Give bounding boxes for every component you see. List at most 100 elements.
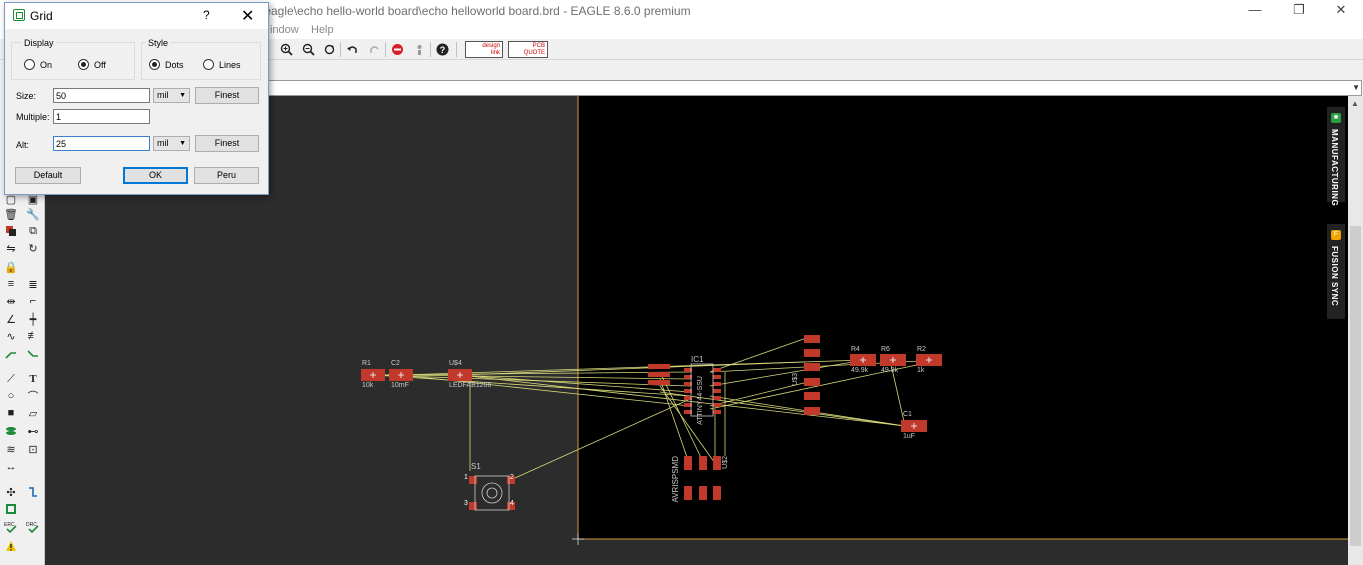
- dialog-title: Grid: [30, 9, 53, 23]
- size-finest-button[interactable]: Finest: [195, 87, 259, 104]
- drc-icon[interactable]: DRC: [25, 520, 41, 534]
- design-link-icon[interactable]: design link: [465, 41, 503, 58]
- alt-label: Alt:: [16, 140, 30, 150]
- autorouter-icon[interactable]: [25, 485, 41, 499]
- alt-finest-button[interactable]: Finest: [195, 135, 259, 152]
- style-group-label: Style: [146, 38, 171, 48]
- pin-4: 4: [510, 500, 514, 507]
- size-unit-select[interactable]: mil ▼: [153, 88, 190, 103]
- fusion-sync-tab[interactable]: F FUSION SYNC: [1327, 224, 1345, 319]
- display-on-radio[interactable]: On: [24, 59, 52, 70]
- menu-window[interactable]: indow: [270, 24, 299, 36]
- delete-icon[interactable]: 🗑: [3, 207, 19, 221]
- layers-icon[interactable]: [3, 424, 19, 438]
- line-icon[interactable]: ⟋: [3, 372, 19, 386]
- lock-icon[interactable]: 🔒: [3, 260, 19, 274]
- manufacturing-label: MANUFACTURING: [1330, 129, 1339, 207]
- name-icon[interactable]: ≣: [25, 277, 41, 291]
- ratsnest-icon[interactable]: ✣: [3, 485, 19, 499]
- display-off-radio[interactable]: Off: [78, 59, 106, 70]
- radio-circle[interactable]: [203, 59, 214, 70]
- label-c2: C2: [391, 360, 400, 367]
- svg-text:DRC: DRC: [26, 522, 37, 528]
- menu-help[interactable]: Help: [311, 24, 334, 36]
- default-button[interactable]: Default: [15, 167, 81, 184]
- size-unit-value: mil: [157, 90, 169, 100]
- restore-button[interactable]: ❐: [1277, 0, 1321, 22]
- mirror-icon[interactable]: ⇋: [3, 241, 19, 255]
- dialog-titlebar: Grid ? ✕: [5, 3, 268, 29]
- miter-icon[interactable]: ⌐: [25, 294, 41, 308]
- toolbar-separator: [456, 42, 457, 57]
- alt-input[interactable]: [53, 136, 150, 151]
- alt-unit-select[interactable]: mil ▼: [153, 136, 190, 151]
- pcb-quote-icon[interactable]: PCB QUOTE: [508, 41, 548, 58]
- ripup-icon[interactable]: ≢: [25, 329, 41, 343]
- toolbar-separator: [430, 42, 431, 57]
- label-s1: S1: [471, 462, 481, 471]
- value-c2: 10mF: [391, 382, 409, 389]
- wire-icon[interactable]: [3, 347, 19, 361]
- zoom-out-icon[interactable]: [300, 42, 316, 57]
- optimize-icon[interactable]: ∠: [3, 312, 19, 326]
- board-icon[interactable]: [3, 502, 19, 516]
- text-icon[interactable]: T: [25, 372, 41, 386]
- vertical-scrollbar[interactable]: ▲: [1348, 96, 1363, 565]
- pause-icon[interactable]: [411, 42, 427, 57]
- redraw-icon[interactable]: [321, 42, 337, 57]
- change-icon[interactable]: ⧉: [25, 224, 41, 238]
- style-dots-radio[interactable]: Dots: [149, 59, 184, 70]
- dialog-close-button[interactable]: ✕: [241, 6, 254, 26]
- peru-button[interactable]: Peru: [194, 167, 259, 184]
- warning-icon[interactable]: [3, 539, 19, 553]
- label-r1: R1: [362, 360, 371, 367]
- help-icon[interactable]: ?: [434, 42, 450, 57]
- command-line-input[interactable]: [268, 80, 1362, 96]
- circle-icon[interactable]: ○: [3, 389, 19, 403]
- arc-icon[interactable]: ⌒: [25, 389, 41, 403]
- hole-icon[interactable]: ⊡: [25, 442, 41, 456]
- dimension-icon[interactable]: ↔: [3, 460, 19, 474]
- scroll-up-icon[interactable]: ▲: [1351, 99, 1359, 108]
- value-icon[interactable]: ≡: [3, 277, 19, 291]
- scroll-thumb[interactable]: [1350, 226, 1361, 546]
- rotate-icon[interactable]: ↻: [25, 241, 41, 255]
- display-on-label: On: [40, 59, 53, 70]
- multiple-input[interactable]: [53, 109, 150, 124]
- radio-circle-selected[interactable]: [78, 59, 89, 70]
- route-icon[interactable]: ┿: [25, 312, 41, 326]
- manufacturing-icon: ■: [1331, 113, 1341, 123]
- help-button[interactable]: ?: [203, 8, 210, 22]
- style-dots-label: Dots: [165, 59, 184, 70]
- size-input[interactable]: [53, 88, 150, 103]
- stop-icon[interactable]: [389, 42, 405, 57]
- stack-icon[interactable]: ≋: [3, 442, 19, 456]
- via-icon[interactable]: ⊷: [25, 424, 41, 438]
- value-r6: 49.9k: [881, 367, 899, 374]
- fusion-sync-icon: F: [1331, 230, 1341, 240]
- meander-icon[interactable]: ∿: [3, 329, 19, 343]
- window-close-button[interactable]: ✕: [1319, 0, 1363, 22]
- redo-icon[interactable]: [366, 42, 382, 57]
- radio-circle-selected[interactable]: [149, 59, 160, 70]
- minimize-button[interactable]: —: [1233, 0, 1277, 22]
- radio-circle[interactable]: [24, 59, 35, 70]
- wrench-icon[interactable]: 🔧: [25, 207, 41, 221]
- signal-icon[interactable]: [25, 347, 41, 361]
- value-ic1: ATTINY44-SSU: [697, 376, 704, 425]
- manufacturing-tab[interactable]: ■ MANUFACTURING: [1327, 107, 1345, 206]
- zoom-in-icon[interactable]: [278, 42, 294, 57]
- pin-3: 3: [464, 500, 468, 507]
- svg-text:ERC: ERC: [4, 522, 15, 528]
- group-icon[interactable]: [3, 224, 19, 238]
- label-ic1: IC1: [691, 355, 704, 364]
- rectangle-icon[interactable]: ■: [3, 406, 19, 420]
- label-avrispsmd: AVRISPSMD: [671, 456, 680, 503]
- ok-button[interactable]: OK: [123, 167, 188, 184]
- undo-icon[interactable]: [344, 42, 360, 57]
- style-lines-radio[interactable]: Lines: [203, 59, 241, 70]
- erc-icon[interactable]: ERC: [3, 520, 19, 534]
- split-icon[interactable]: ⇹: [3, 294, 19, 308]
- command-history-dropdown[interactable]: ▼: [1352, 83, 1360, 92]
- polygon-icon[interactable]: ▱: [25, 406, 41, 420]
